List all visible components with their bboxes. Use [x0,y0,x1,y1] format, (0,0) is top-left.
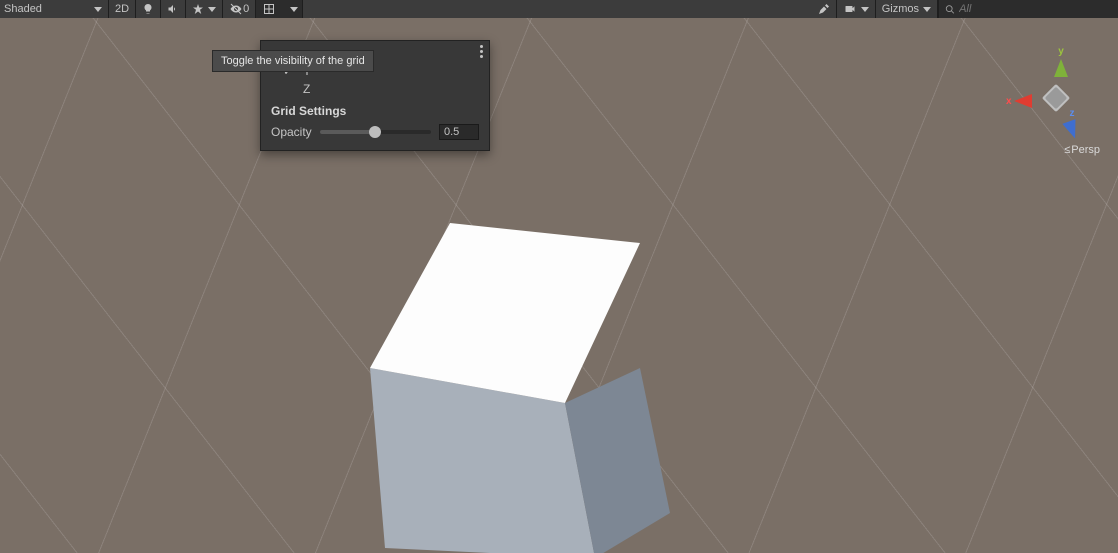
gizmo-y-axis[interactable]: y [1054,46,1068,77]
chevron-down-icon [94,7,102,12]
persp-wire-icon: ≤ [1064,144,1068,156]
chevron-down-icon [861,7,869,12]
camera-dropdown[interactable] [837,0,875,18]
slider-thumb[interactable] [369,126,381,138]
opacity-value-field[interactable] [439,124,479,140]
view-2d-label: 2D [115,3,129,15]
search-icon [945,4,955,15]
scene-fx-dropdown[interactable] [186,0,222,18]
cone-up-icon [1054,59,1068,77]
grid-icon [262,3,276,15]
hidden-icon [229,3,243,15]
orientation-gizmo[interactable]: y x z ≤Persp [1010,48,1100,158]
view-2d-button[interactable]: 2D [109,0,135,18]
gizmo-x-axis[interactable]: x [1006,94,1032,108]
lightbulb-icon [142,3,154,15]
chevron-down-icon [923,7,931,12]
gizmo-z-label: z [1070,108,1075,119]
hidden-objects-button[interactable]: 0 [223,0,255,18]
chevron-down-icon [290,7,298,12]
chevron-down-icon [208,7,216,12]
hidden-count-label: 0 [243,3,249,15]
gizmos-label: Gizmos [882,3,919,15]
search-input[interactable] [959,3,1112,15]
projection-label: Persp [1071,144,1100,156]
tools-icon [818,3,830,15]
camera-icon [843,3,857,15]
scene-lighting-button[interactable] [136,0,160,18]
cone-left-icon [1014,94,1032,108]
tools-button[interactable] [812,0,836,18]
gizmo-y-label: y [1058,46,1064,57]
cube-object[interactable] [370,223,650,523]
popup-menu-button[interactable] [480,45,483,58]
grid-axis-z-label: Z [303,82,310,96]
search-field[interactable] [938,0,1118,18]
tooltip: Toggle the visibility of the grid [212,50,374,72]
scene-audio-button[interactable] [161,0,185,18]
tooltip-text: Toggle the visibility of the grid [221,55,365,67]
shading-mode-dropdown[interactable]: Shaded [0,0,108,18]
fx-icon [192,3,204,15]
opacity-slider[interactable] [320,130,431,134]
sound-icon [167,3,179,15]
grid-settings-header: Grid Settings [261,98,489,120]
grid-axis-z-toggle[interactable]: Z [261,80,489,98]
grid-visibility-dropdown[interactable] [282,0,302,18]
grid-visibility-button[interactable] [256,0,282,18]
scene-toolbar: Shaded 2D 0 [0,0,1118,18]
gizmos-dropdown[interactable]: Gizmos [876,0,937,18]
gizmo-z-axis[interactable]: z [1065,108,1079,139]
cone-down-icon [1062,119,1081,141]
projection-toggle[interactable]: ≤Persp [1064,144,1100,156]
gizmo-x-label: x [1006,96,1012,107]
scene-viewport[interactable]: y x z ≤Persp Toggle the visibility of th… [0,18,1118,553]
opacity-label: Opacity [271,125,312,139]
shading-mode-label: Shaded [4,3,42,15]
